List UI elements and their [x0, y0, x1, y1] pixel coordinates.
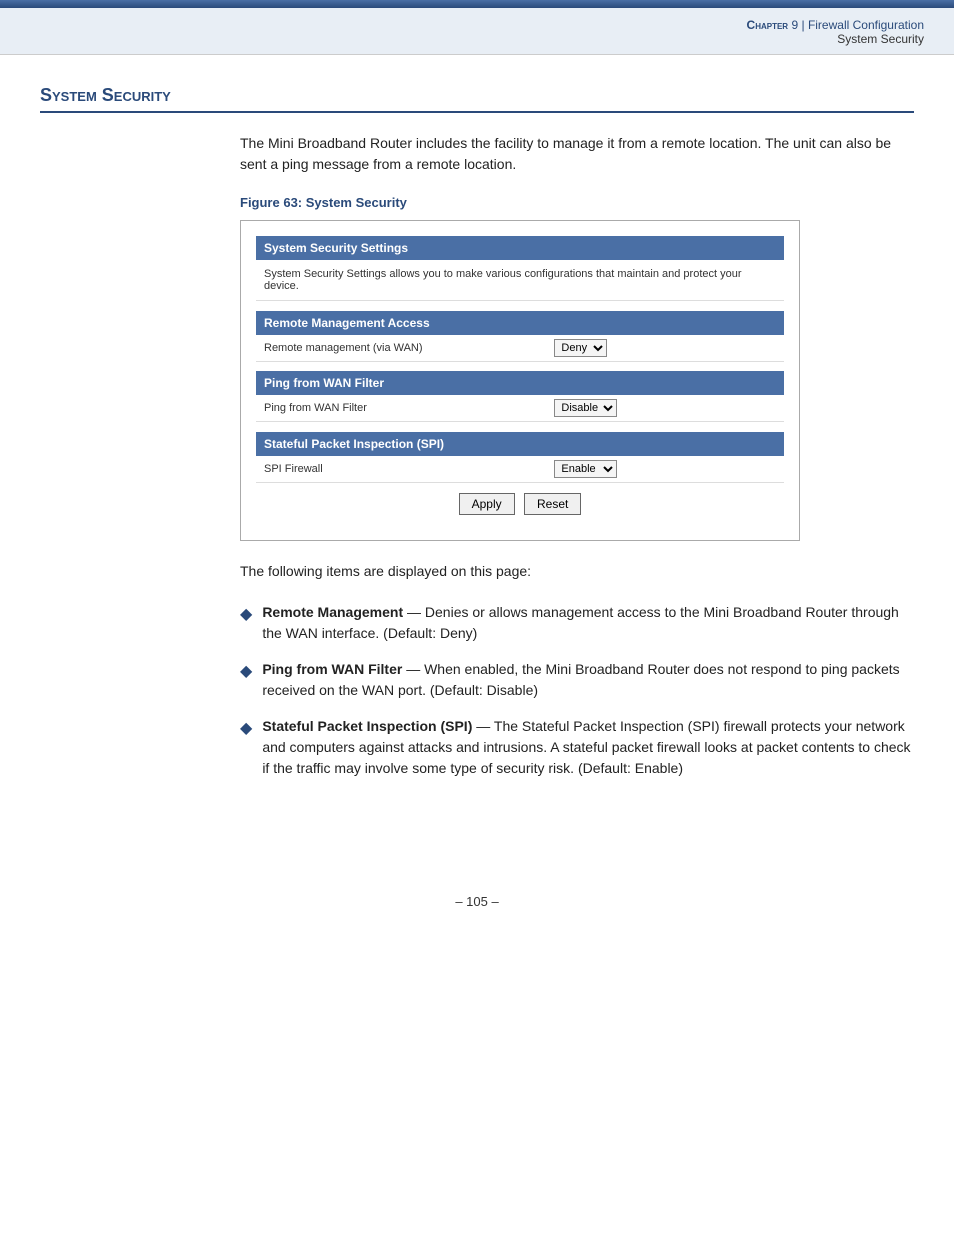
spi-firewall-select[interactable]: Enable Disable — [554, 460, 617, 478]
page-number: – 105 – — [455, 894, 498, 909]
desc-term-remote-mgmt: Remote Management — [262, 604, 403, 620]
spi-header-row: Stateful Packet Inspection (SPI) — [256, 432, 784, 456]
settings-header-cell: System Security Settings — [256, 236, 784, 260]
chapter-num-value: 9 — [791, 18, 798, 32]
settings-header-row: System Security Settings — [256, 236, 784, 260]
body-text: The Mini Broadband Router includes the f… — [240, 133, 914, 175]
spi-header-cell: Stateful Packet Inspection (SPI) — [256, 432, 784, 456]
following-items-text: The following items are displayed on thi… — [240, 561, 914, 582]
gap-cell-1 — [256, 301, 784, 311]
spi-firewall-label: SPI Firewall — [256, 456, 546, 483]
settings-table: System Security Settings System Security… — [256, 236, 784, 525]
chapter-subtitle: System Security — [0, 32, 924, 46]
remote-mgmt-header-row: Remote Management Access — [256, 311, 784, 335]
buttons-cell: Apply Reset — [256, 482, 784, 525]
gap-row-3 — [256, 422, 784, 432]
remote-mgmt-label: Remote management (via WAN) — [256, 335, 546, 362]
ping-filter-row: Ping from WAN Filter Disable Enable — [256, 395, 784, 422]
desc-item-ping: ◆ Ping from WAN Filter — When enabled, t… — [240, 659, 914, 701]
ping-filter-select[interactable]: Disable Enable — [554, 399, 617, 417]
desc-item-remote-mgmt: ◆ Remote Management — Denies or allows m… — [240, 602, 914, 644]
figure-caption: Figure 63: System Security — [240, 195, 914, 210]
buttons-row: Apply Reset — [256, 482, 784, 525]
reset-button[interactable]: Reset — [524, 493, 581, 515]
chapter-title: Firewall Configuration — [808, 18, 924, 32]
gap-cell-3 — [256, 422, 784, 432]
ping-filter-label: Ping from WAN Filter — [256, 395, 546, 422]
chapter-label: Chapter 9 | Firewall Configuration — [747, 18, 924, 32]
bullet-diamond-2: ◆ — [240, 660, 252, 684]
apply-button[interactable]: Apply — [459, 493, 515, 515]
ping-header-row: Ping from WAN Filter — [256, 371, 784, 395]
remote-mgmt-control[interactable]: Deny Allow — [546, 335, 784, 362]
ping-header-cell: Ping from WAN Filter — [256, 371, 784, 395]
desc-term-ping: Ping from WAN Filter — [262, 661, 402, 677]
main-content: System Security The Mini Broadband Route… — [0, 55, 954, 834]
section-title: System Security — [40, 85, 914, 113]
spi-firewall-row: SPI Firewall Enable Disable — [256, 456, 784, 483]
figure-container: System Security Settings System Security… — [240, 220, 800, 541]
settings-desc-cell: System Security Settings allows you to m… — [256, 260, 784, 301]
desc-term-spi: Stateful Packet Inspection (SPI) — [262, 718, 472, 734]
chapter-num: Chapter — [747, 18, 789, 32]
settings-desc-row: System Security Settings allows you to m… — [256, 260, 784, 301]
remote-mgmt-row: Remote management (via WAN) Deny Allow — [256, 335, 784, 362]
bullet-diamond-3: ◆ — [240, 717, 252, 741]
ping-filter-control[interactable]: Disable Enable — [546, 395, 784, 422]
gap-row-1 — [256, 301, 784, 311]
bullet-diamond-1: ◆ — [240, 603, 252, 627]
desc-text-spi: Stateful Packet Inspection (SPI) — The S… — [262, 716, 914, 779]
desc-text-ping: Ping from WAN Filter — When enabled, the… — [262, 659, 914, 701]
remote-mgmt-header-cell: Remote Management Access — [256, 311, 784, 335]
page-footer: – 105 – — [0, 874, 954, 929]
header-gradient-bar — [0, 0, 954, 8]
gap-cell-2 — [256, 361, 784, 371]
desc-text-remote-mgmt: Remote Management — Denies or allows man… — [262, 602, 914, 644]
desc-item-spi: ◆ Stateful Packet Inspection (SPI) — The… — [240, 716, 914, 779]
spi-firewall-control[interactable]: Enable Disable — [546, 456, 784, 483]
chapter-separator: | — [801, 18, 804, 32]
chapter-header: Chapter 9 | Firewall Configuration Syste… — [0, 8, 954, 55]
remote-mgmt-select[interactable]: Deny Allow — [554, 339, 607, 357]
gap-row-2 — [256, 361, 784, 371]
description-list: ◆ Remote Management — Denies or allows m… — [240, 602, 914, 779]
